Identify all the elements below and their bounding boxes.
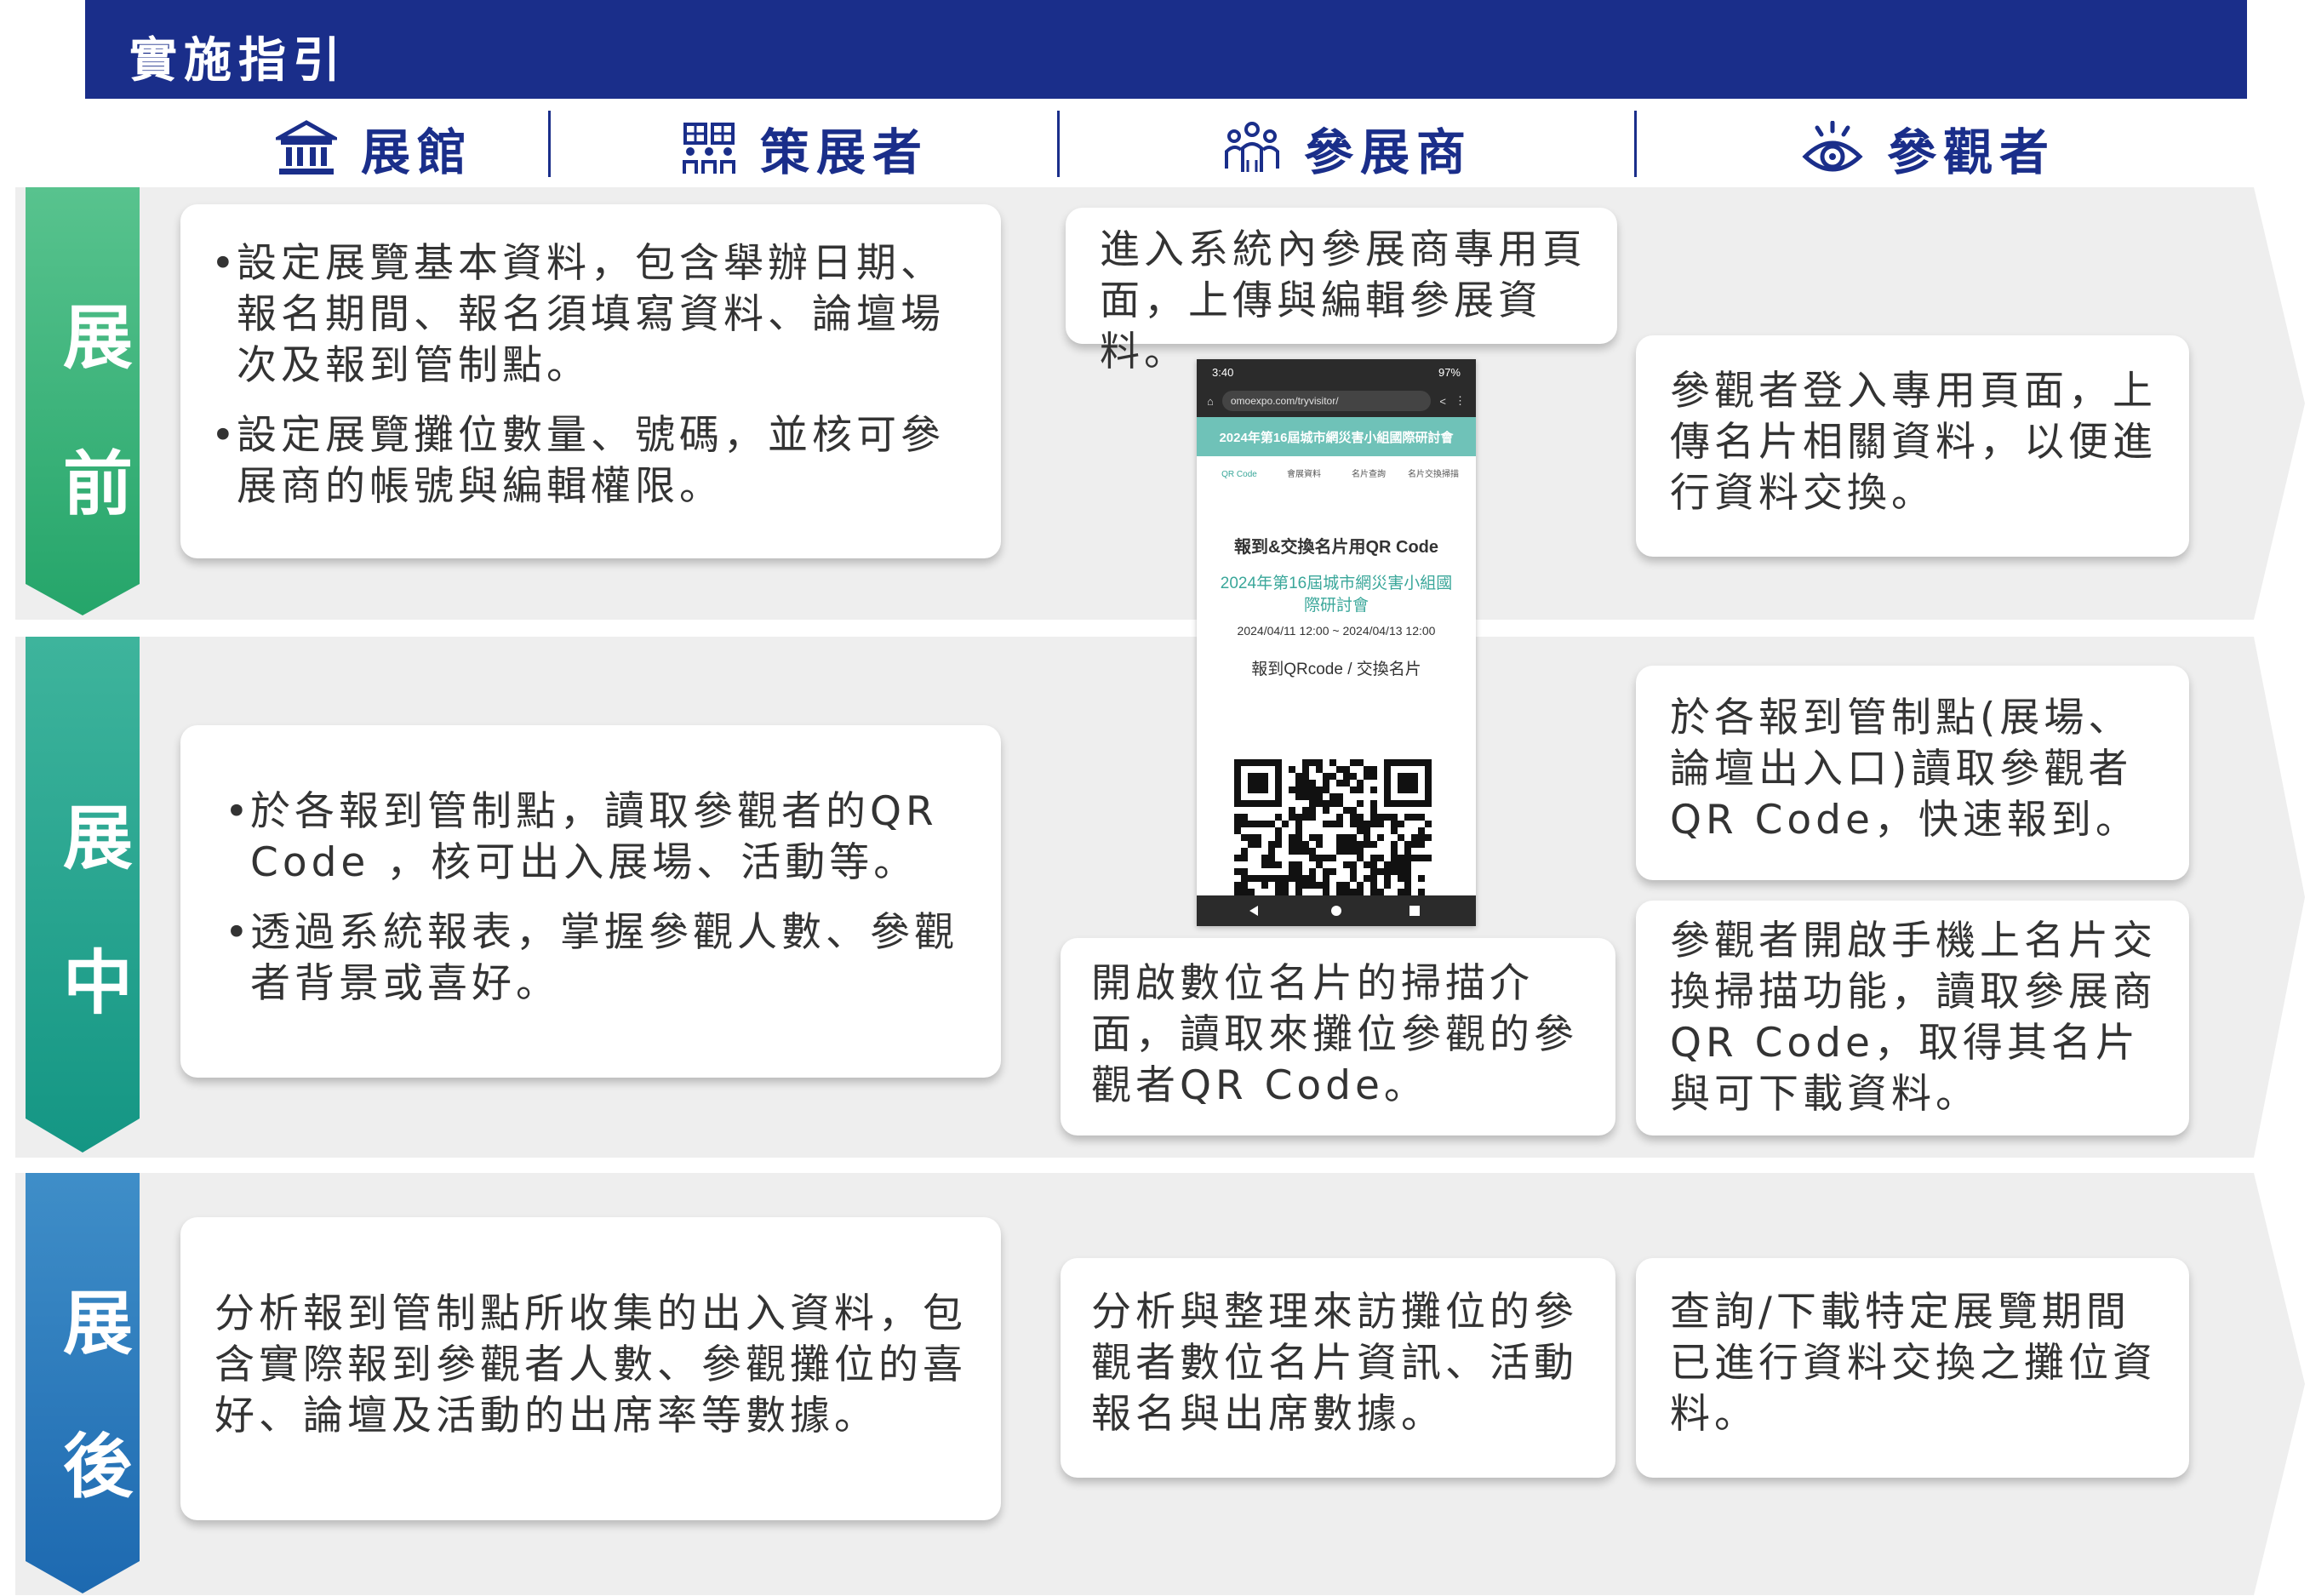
column-header-venue: 展館 [196,106,553,191]
card-during-venue: 於各報到管制點，讀取參觀者的QR Code ，核可出入展場、活動等。 透過系統報… [180,725,1001,1078]
column-label-curator: 策展者 [759,123,929,181]
card-before-exhibitor: 進入系統內參展商專用頁面，上傳與編輯參展資料。 [1066,208,1617,375]
phone-status-bar: 3:40 97% [1197,359,1476,385]
exhibitor-team-icon [1224,121,1280,175]
curator-group-icon [682,121,736,175]
column-header-curator: 策展者 [553,106,1057,191]
card-bullet: 設定展覽攤位數量、號碼，並核可參展商的帳號與編輯權限。 [211,410,975,512]
phone-url-bar: ⌂ omoexpo.com/tryvisitor/ < ⋮ [1197,385,1476,417]
phone-nav-bar [1197,895,1476,926]
phone-tab-materials[interactable]: 會展資料 [1278,468,1329,518]
more-icon: ⋮ [1455,394,1466,407]
title-banner: 實施指引 [85,0,2247,99]
card-after-visitor: 查詢/下載特定展覽期間已進行資料交換之攤位資料。 [1636,1258,2189,1478]
card-before-venue: 設定展覽基本資料，包含舉辦日期、報名期間、報名須填寫資料、論壇場次及報到管制點。… [180,204,1001,558]
implementation-guide-diagram: 實施指引 展館 策展者 參展商 參觀者 展 前 展 中 展 後 • 設定展覽基本… [0,0,2310,1596]
share-icon: < [1439,394,1446,408]
phase-label-after-1: 展 [62,1284,133,1364]
card-text: 進入系統內參展商專用頁面，上傳與編輯參展資料。 [1100,226,1587,375]
card-bullet: 於各報到管制點，讀取參觀者的QR Code ，核可出入展場、活動等。 [225,787,975,889]
card-after-exhibitor: 分析與整理來訪攤位的參觀者數位名片資訊、活動報名與出席數據。 [1061,1258,1615,1478]
qr-code-icon [1234,759,1435,895]
column-label-visitor: 參觀者 [1886,123,2056,181]
phase-label-after-2: 後 [62,1427,133,1507]
page-title: 實施指引 [129,33,347,89]
eye-icon [1802,121,1863,175]
phone-event-header: 2024年第16屆城市網災害小組國際研討會 [1197,417,1476,456]
card-before-visitor: 參觀者登入專用頁面，上傳名片相關資料，以便進行資料交換。 [1636,335,2189,557]
column-divider [548,111,551,177]
phone-tab-card-search[interactable]: 名片查詢 [1343,468,1394,518]
home-icon: ⌂ [1207,394,1214,408]
phone-qr-caption: 報到QRcode / 交換名片 [1251,661,1421,678]
card-bullet: 設定展覽基本資料，包含舉辦日期、報名期間、報名須填寫資料、論壇場次及報到管制點。 [211,238,975,392]
phase-label-during-1: 展 [62,798,133,879]
card-text: 查詢/下載特定展覽期間已進行資料交換之攤位資料。 [1670,1289,2157,1438]
phone-tabs: QR Code 會展資料 名片查詢 名片交換掃描 [1197,456,1476,518]
card-text: 開啟數位名片的掃描介面，讀取來攤位參觀的參觀者QR Code。 [1091,960,1578,1109]
phone-battery: 97% [1438,365,1461,379]
column-header-exhibitor: 參展商 [1062,106,1634,191]
card-text: 於各報到管制點(展場、論壇出入口)讀取參觀者QR Code，快速報到。 [1670,695,2140,844]
column-label-exhibitor: 參展商 [1303,123,1472,181]
phone-event-name: 2024年第16屆城市網災害小組國際研討會 [1220,575,1453,615]
phone-tab-card-scan[interactable]: 名片交換掃描 [1408,468,1459,518]
phone-section-title: 報到&交換名片用QR Code [1234,538,1438,557]
card-after-venue: 分析報到管制點所收集的出入資料，包含實際報到參觀者人數、參觀攤位的喜好、論壇及活… [180,1217,1001,1520]
phone-time: 3:40 [1212,365,1234,379]
card-during-visitor-checkin: 於各報到管制點(展場、論壇出入口)讀取參觀者QR Code，快速報到。 [1636,666,2189,880]
column-divider [1057,111,1060,177]
phone-tab-qr[interactable]: QR Code [1214,468,1265,518]
card-text: 分析與整理來訪攤位的參觀者數位名片資訊、活動報名與出席數據。 [1091,1289,1578,1438]
phase-label-before-1: 展 [62,298,133,379]
column-header-visitor: 參觀者 [1639,106,2218,191]
card-text: 參觀者開啟手機上名片交換掃描功能，讀取參展商QR Code，取得其名片與可下載資… [1670,918,2157,1118]
card-during-visitor-exchange: 參觀者開啟手機上名片交換掃描功能，讀取參展商QR Code，取得其名片與可下載資… [1636,901,2189,1136]
column-divider [1634,111,1637,177]
phone-url: omoexpo.com/tryvisitor/ [1221,391,1432,411]
card-bullet: 透過系統報表，掌握參觀人數、參觀者背景或喜好。 [225,907,975,1010]
card-text: 分析報到管制點所收集的出入資料，包含實際報到參觀者人數、參觀攤位的喜好、論壇及活… [214,1290,967,1439]
museum-icon [275,119,337,177]
card-text: 參觀者登入專用頁面，上傳名片相關資料，以便進行資料交換。 [1670,368,2157,517]
card-during-exhibitor: 開啟數位名片的掃描介面，讀取來攤位參觀的參觀者QR Code。 [1061,938,1615,1136]
phone-screenshot: 3:40 97% ⌂ omoexpo.com/tryvisitor/ < ⋮ 2… [1197,359,1476,926]
phase-label-before-2: 前 [62,444,133,525]
phase-label-during-2: 中 [62,943,133,1024]
column-label-venue: 展館 [360,123,473,181]
phone-event-date: 2024/04/11 12:00 ~ 2024/04/13 12:00 [1237,624,1436,638]
